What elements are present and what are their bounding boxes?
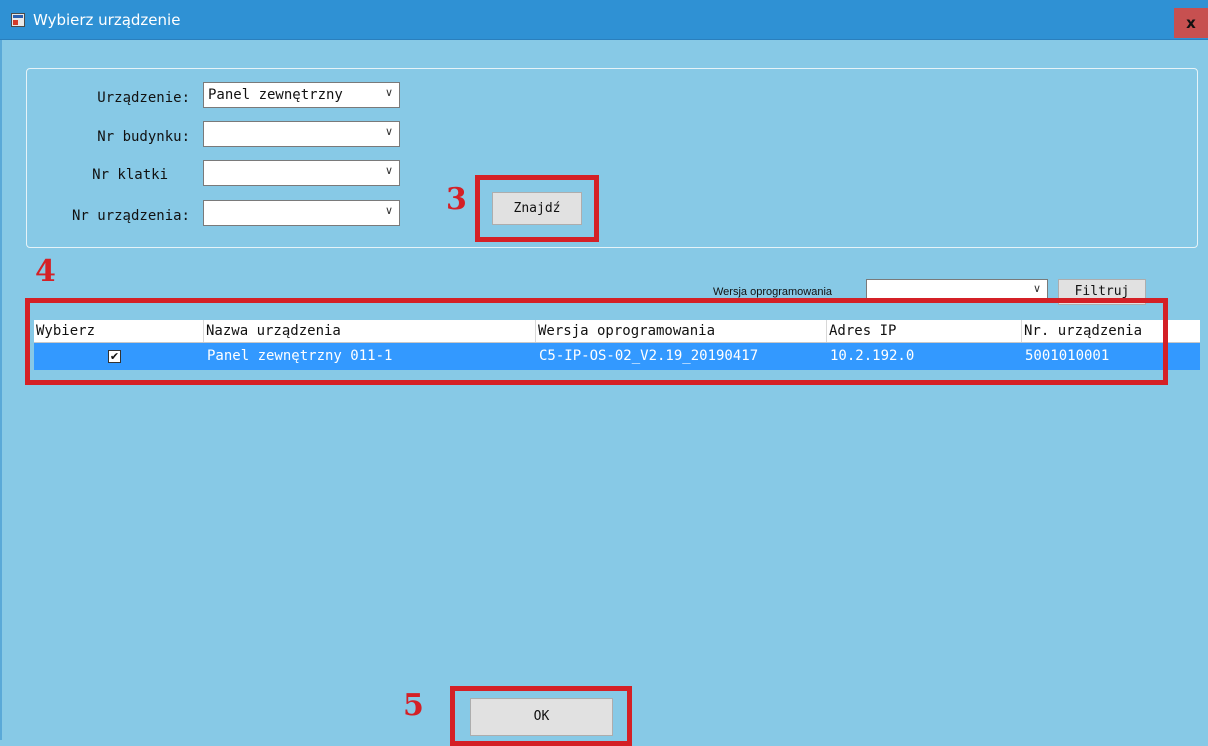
window-border [0, 40, 2, 740]
highlight-table [25, 298, 1168, 385]
app-window-icon [11, 13, 25, 27]
find-button[interactable]: Znajdź [492, 192, 582, 225]
device-select[interactable]: Panel zewnętrzny ∨ [203, 82, 400, 108]
chevron-down-icon: ∨ [384, 125, 393, 138]
device-number-select[interactable]: ∨ [203, 200, 400, 226]
cage-label: Nr klatki [92, 167, 168, 183]
device-select-value: Panel zewnętrzny [208, 87, 343, 103]
search-group [26, 68, 1198, 248]
chevron-down-icon: ∨ [1032, 282, 1041, 295]
version-filter-label: Wersja oprogramowania [713, 286, 833, 298]
building-select[interactable]: ∨ [203, 121, 400, 147]
close-button[interactable]: x [1174, 8, 1208, 38]
step-3-marker: 3 [446, 182, 467, 217]
title-bar: Wybierz urządzenie x [0, 0, 1208, 40]
device-number-label: Nr urządzenia: [71, 208, 190, 224]
ok-button[interactable]: OK [470, 698, 613, 736]
building-label: Nr budynku: [97, 129, 190, 145]
cage-select[interactable]: ∨ [203, 160, 400, 186]
chevron-down-icon: ∨ [384, 164, 393, 177]
step-4-marker: 4 [35, 254, 56, 289]
step-5-marker: 5 [403, 688, 424, 723]
device-label: Urządzenie: [97, 90, 190, 106]
chevron-down-icon: ∨ [384, 204, 393, 217]
chevron-down-icon: ∨ [384, 86, 393, 99]
window-title: Wybierz urządzenie [33, 11, 181, 29]
